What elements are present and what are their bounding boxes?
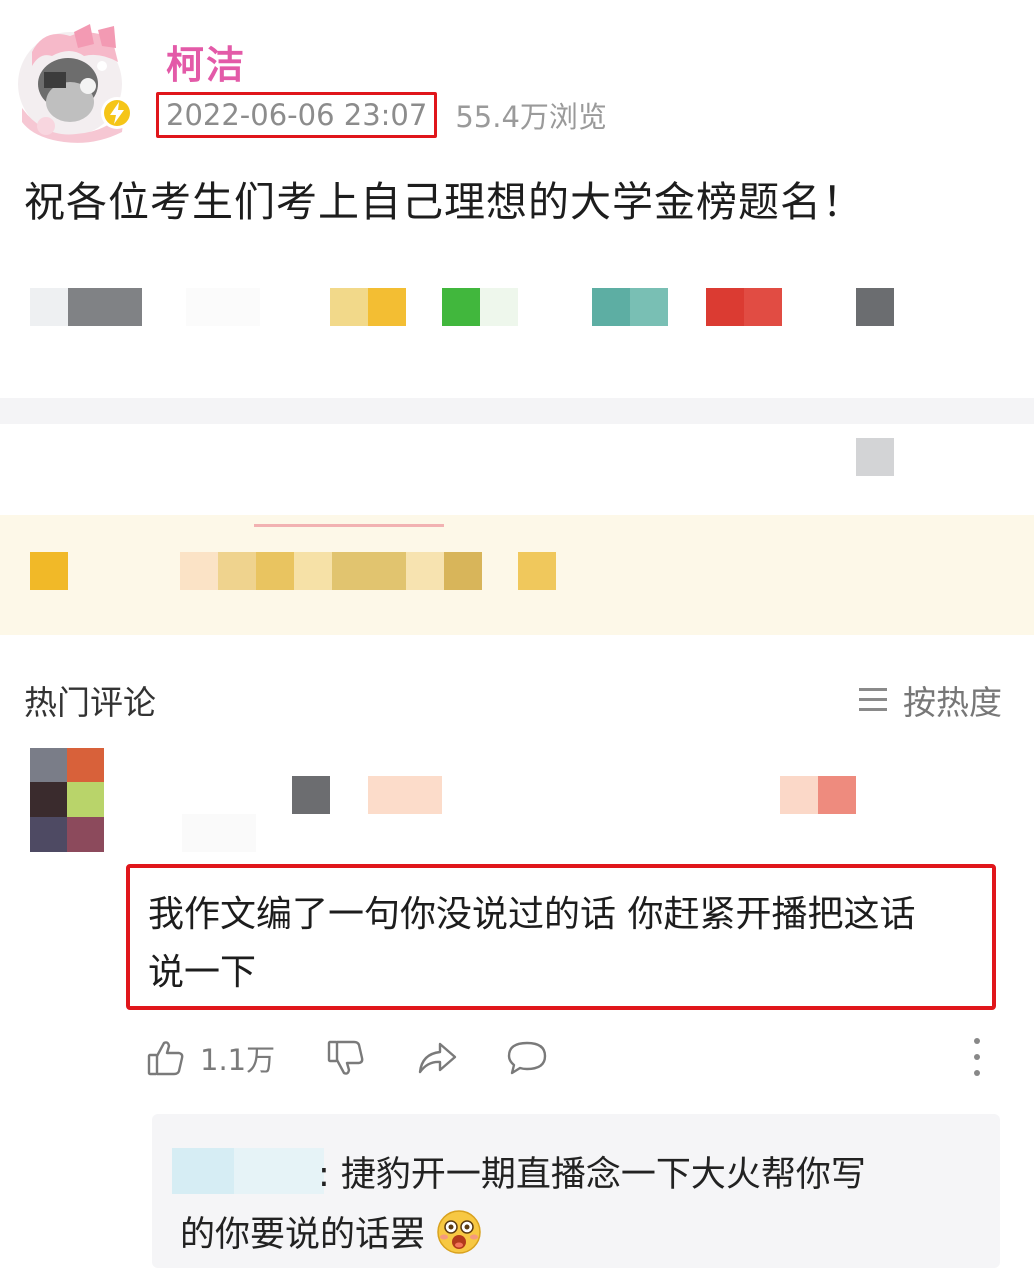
author-avatar[interactable] bbox=[14, 22, 134, 144]
share-arrow-icon bbox=[418, 1042, 457, 1074]
comment-bubble-icon bbox=[507, 1041, 547, 1075]
share-button[interactable] bbox=[416, 1036, 458, 1080]
reply-line-2: 的你要说的话罢 bbox=[180, 1215, 426, 1255]
sort-label: 按热度 bbox=[903, 683, 1002, 722]
author-name[interactable]: 柯洁 bbox=[166, 34, 246, 89]
commenter-avatar[interactable] bbox=[30, 748, 104, 852]
post-meta: 2022-06-06 23:07 55.4万浏览 bbox=[156, 92, 607, 138]
dislike-button[interactable] bbox=[326, 1036, 366, 1080]
comments-section-title: 热门评论 bbox=[24, 683, 156, 722]
reply-button[interactable] bbox=[506, 1036, 548, 1080]
reply-line-2-row: 的你要说的话罢 bbox=[180, 1206, 483, 1257]
comment-line-1: 我作文编了一句你没说过的话 你赶紧开播把这话 bbox=[148, 894, 916, 935]
thumbs-up-icon bbox=[147, 1041, 184, 1076]
laughing-emoji-icon bbox=[437, 1209, 481, 1254]
verified-badge-icon bbox=[100, 96, 134, 130]
reply-line-1: : 捷豹开一期直播念一下大火帮你写 bbox=[318, 1155, 866, 1195]
like-button[interactable]: 1.1万 bbox=[146, 1036, 275, 1080]
post-views: 55.4万浏览 bbox=[455, 100, 607, 134]
reply-username-blurred bbox=[172, 1148, 324, 1194]
thumbs-down-icon bbox=[327, 1040, 364, 1075]
sort-by-popularity-button[interactable]: 按热度 bbox=[859, 676, 1002, 724]
top-comment-text: 我作文编了一句你没说过的话 你赶紧开播把这话 说一下 bbox=[126, 864, 996, 1010]
post-time: 2022-06-06 23:07 bbox=[156, 92, 438, 138]
like-count: 1.1万 bbox=[200, 1043, 276, 1077]
reply-preview[interactable]: : 捷豹开一期直播念一下大火帮你写 的你要说的话罢 bbox=[152, 1114, 1000, 1268]
menu-lines-icon bbox=[859, 687, 887, 713]
post-body: 祝各位考生们考上自己理想的大学金榜题名！ bbox=[24, 178, 864, 226]
comment-action-bar: 1.1万 bbox=[144, 1028, 1004, 1084]
comment-line-2: 说一下 bbox=[148, 952, 257, 993]
more-vertical-icon[interactable] bbox=[972, 1038, 982, 1078]
